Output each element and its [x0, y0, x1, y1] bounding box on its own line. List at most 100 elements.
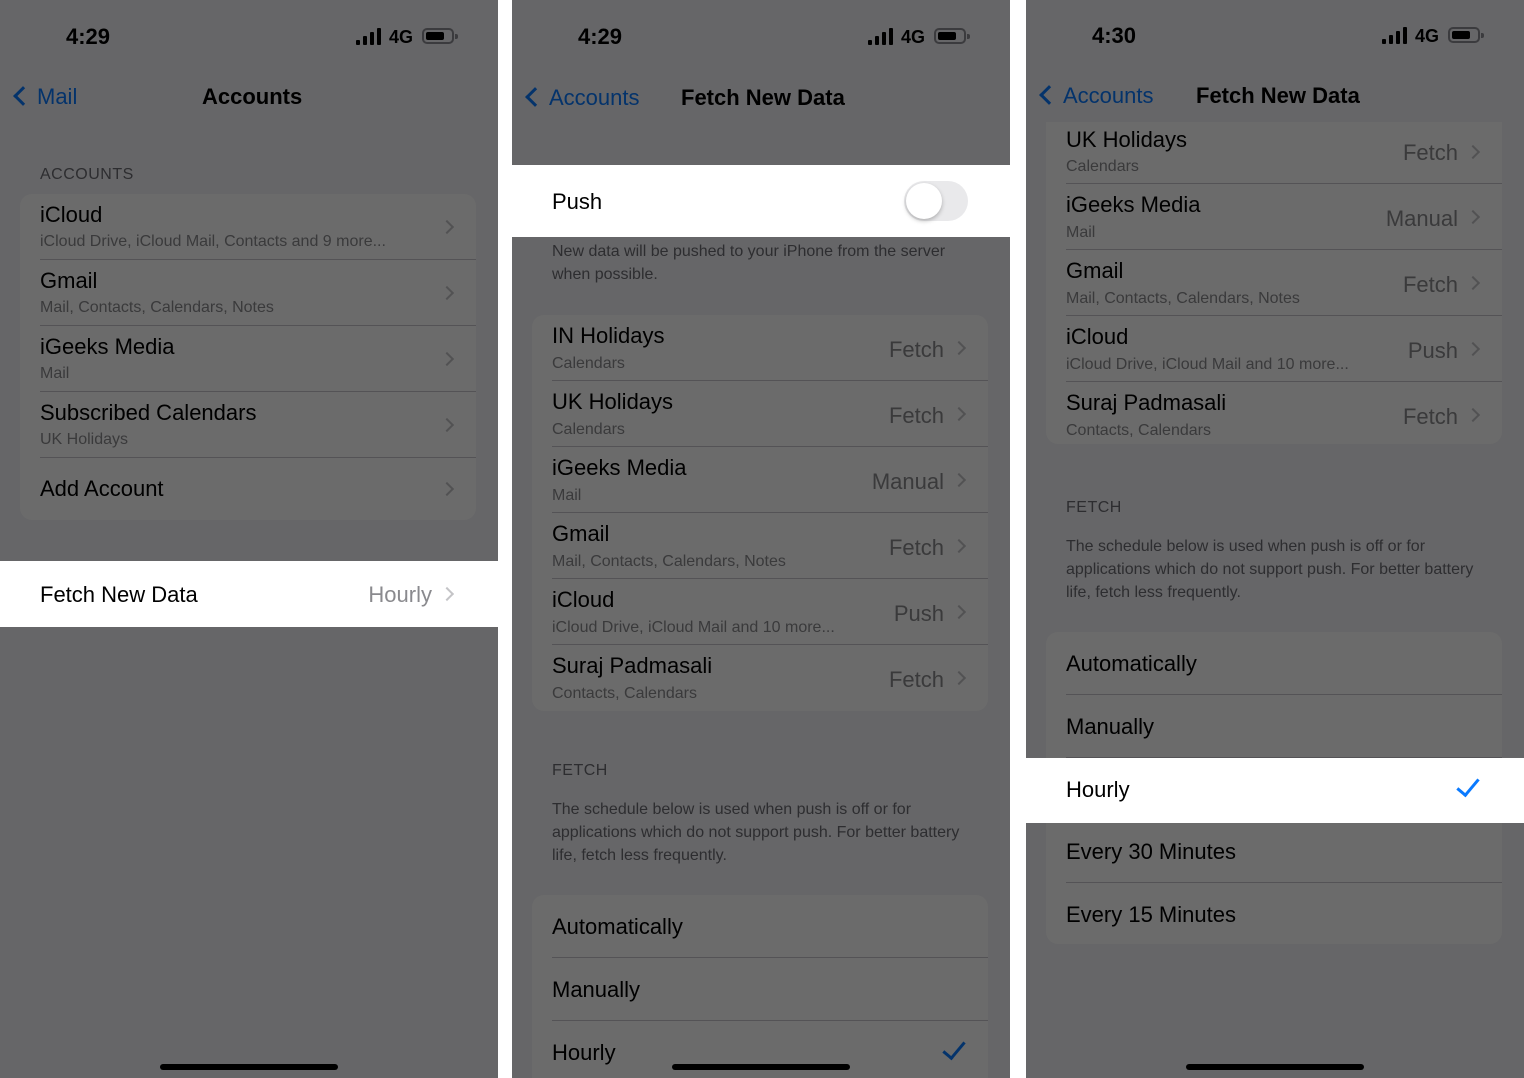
cellular-signal-icon — [868, 28, 894, 45]
account-row[interactable]: Suraj Padmasali Contacts, Calendars Fetc… — [1066, 382, 1502, 444]
account-fetch-value: Push — [1407, 338, 1458, 363]
home-indicator[interactable] — [160, 1064, 338, 1070]
status-time: 4:29 — [66, 24, 111, 49]
account-row[interactable]: Gmail Mail, Contacts, Calendars, Notes F… — [552, 513, 988, 579]
option-automatically[interactable]: Automatically — [552, 895, 988, 958]
chevron-right-icon — [439, 481, 455, 497]
account-row-gmail[interactable]: Gmail Mail, Contacts, Calendars, Notes — [40, 260, 476, 326]
network-type: 4G — [389, 27, 414, 47]
battery-icon — [422, 28, 458, 44]
account-row-subscribed-calendars[interactable]: Subscribed Calendars UK Holidays — [40, 392, 476, 458]
account-fetch-value: Manual — [1385, 206, 1458, 231]
back-button[interactable]: Mail — [37, 84, 77, 110]
chevron-right-icon — [951, 340, 967, 356]
section-label: FETCH — [1066, 499, 1122, 516]
chevron-right-icon — [439, 351, 455, 367]
account-title: UK Holidays — [552, 389, 674, 414]
option-every-15-minutes[interactable]: Every 15 Minutes — [1066, 883, 1502, 944]
accounts-list: IN Holidays Calendars Fetch UK Holidays … — [532, 315, 988, 711]
account-subtitle: Mail, Contacts, Calendars, Notes — [40, 299, 274, 316]
account-title: iGeeks Media — [40, 334, 175, 359]
account-title: iGeeks Media — [1066, 192, 1201, 217]
checkmark-icon — [942, 1035, 966, 1061]
option-manually[interactable]: Manually — [552, 958, 988, 1021]
account-title: IN Holidays — [552, 323, 665, 348]
account-subtitle: Mail, Contacts, Calendars, Notes — [552, 553, 786, 570]
chevron-right-icon — [1465, 341, 1481, 357]
chevron-left-icon[interactable] — [13, 86, 33, 106]
account-row[interactable]: iCloud iCloud Drive, iCloud Mail and 10 … — [552, 579, 988, 645]
screen-fetch-new-data-scrolled: 4:30 4G UK Holidays Calendars Fetch iGee… — [1026, 0, 1524, 1078]
fetch-footer: The schedule below is used when push is … — [1066, 538, 1474, 601]
chevron-right-icon — [951, 538, 967, 554]
home-indicator[interactable] — [1186, 1064, 1364, 1070]
option-manually[interactable]: Manually — [1066, 695, 1502, 758]
cellular-signal-icon — [1382, 27, 1408, 44]
option-every-30-minutes[interactable]: Every 30 Minutes — [1066, 821, 1502, 883]
account-subtitle: Mail, Contacts, Calendars, Notes — [1066, 290, 1300, 307]
account-subtitle: iCloud Drive, iCloud Mail, Contacts and … — [40, 233, 386, 250]
section-label: FETCH — [552, 762, 608, 779]
account-subtitle: iCloud Drive, iCloud Mail and 10 more... — [1066, 356, 1349, 373]
account-subtitle: Calendars — [552, 421, 625, 438]
account-title: UK Holidays — [1066, 127, 1188, 152]
account-row[interactable]: IN Holidays Calendars Fetch — [552, 315, 988, 381]
option-label: Manually — [552, 977, 641, 1002]
fetch-new-data-row[interactable]: Fetch New Data Hourly — [20, 563, 476, 625]
chevron-right-icon — [951, 406, 967, 422]
account-row[interactable]: UK Holidays Calendars Fetch — [552, 381, 988, 447]
account-subtitle: Contacts, Calendars — [1066, 422, 1211, 439]
option-hourly[interactable]: Hourly — [1026, 758, 1524, 823]
account-row[interactable]: iCloud iCloud Drive, iCloud Mail and 10 … — [1066, 316, 1502, 382]
page-title: Fetch New Data — [1196, 83, 1360, 108]
account-fetch-value: Fetch — [888, 667, 944, 692]
option-label: Every 15 Minutes — [1066, 902, 1236, 927]
option-automatically[interactable]: Automatically — [1066, 632, 1502, 695]
push-toggle[interactable] — [904, 181, 968, 221]
account-fetch-value: Manual — [871, 469, 944, 494]
account-title: Gmail — [40, 268, 98, 293]
account-subtitle: Mail — [40, 365, 70, 382]
account-subtitle: UK Holidays — [40, 431, 129, 448]
back-button[interactable]: Accounts — [549, 85, 640, 111]
status-time: 4:30 — [1092, 23, 1137, 48]
chevron-right-icon — [1465, 275, 1481, 291]
option-label: Hourly — [552, 1040, 616, 1065]
account-row[interactable]: Gmail Mail, Contacts, Calendars, Notes F… — [1066, 250, 1502, 316]
accounts-list: iCloud iCloud Drive, iCloud Mail, Contac… — [20, 194, 476, 520]
account-subtitle: Calendars — [1066, 158, 1139, 175]
account-fetch-value: Fetch — [888, 337, 944, 362]
screen-fetch-new-data: 4:29 4G Accounts Fetch New Data New data… — [512, 0, 1010, 1078]
chevron-right-icon — [1465, 144, 1481, 160]
chevron-right-icon — [951, 472, 967, 488]
network-type: 4G — [1415, 26, 1440, 46]
push-row: Push — [532, 170, 988, 232]
account-row-igeeks[interactable]: iGeeks Media Mail — [40, 326, 476, 392]
account-fetch-value: Fetch — [1402, 272, 1458, 297]
network-type: 4G — [901, 27, 926, 47]
account-title: Gmail — [552, 521, 610, 546]
chevron-left-icon[interactable] — [525, 87, 545, 107]
account-subtitle: Contacts, Calendars — [552, 685, 697, 702]
account-row[interactable]: iGeeks Media Mail Manual — [552, 447, 988, 513]
battery-icon — [934, 28, 970, 44]
account-subtitle: Mail — [1066, 224, 1096, 241]
page-title: Fetch New Data — [681, 85, 845, 110]
account-row[interactable]: UK Holidays Calendars Fetch — [1066, 122, 1502, 184]
account-row[interactable]: iGeeks Media Mail Manual — [1066, 184, 1502, 250]
option-label: Manually — [1066, 714, 1155, 739]
chevron-right-icon — [439, 586, 455, 602]
add-account-row[interactable]: Add Account — [40, 458, 476, 520]
home-indicator[interactable] — [672, 1064, 850, 1070]
account-title: iCloud — [1066, 324, 1129, 349]
screen-accounts: 4:29 4G Mail Accounts ACCOUNTS iCloud iC… — [0, 0, 498, 1078]
account-row[interactable]: Suraj Padmasali Contacts, Calendars Fetc… — [552, 645, 988, 711]
option-label: Automatically — [1066, 651, 1197, 676]
account-title: iGeeks Media — [552, 455, 687, 480]
account-row-icloud[interactable]: iCloud iCloud Drive, iCloud Mail, Contac… — [40, 194, 476, 260]
back-button[interactable]: Accounts — [1063, 83, 1154, 109]
account-title: Suraj Padmasali — [552, 653, 713, 678]
account-subtitle: iCloud Drive, iCloud Mail and 10 more... — [552, 619, 835, 636]
account-fetch-value: Fetch — [888, 535, 944, 560]
option-label: Automatically — [552, 914, 683, 939]
